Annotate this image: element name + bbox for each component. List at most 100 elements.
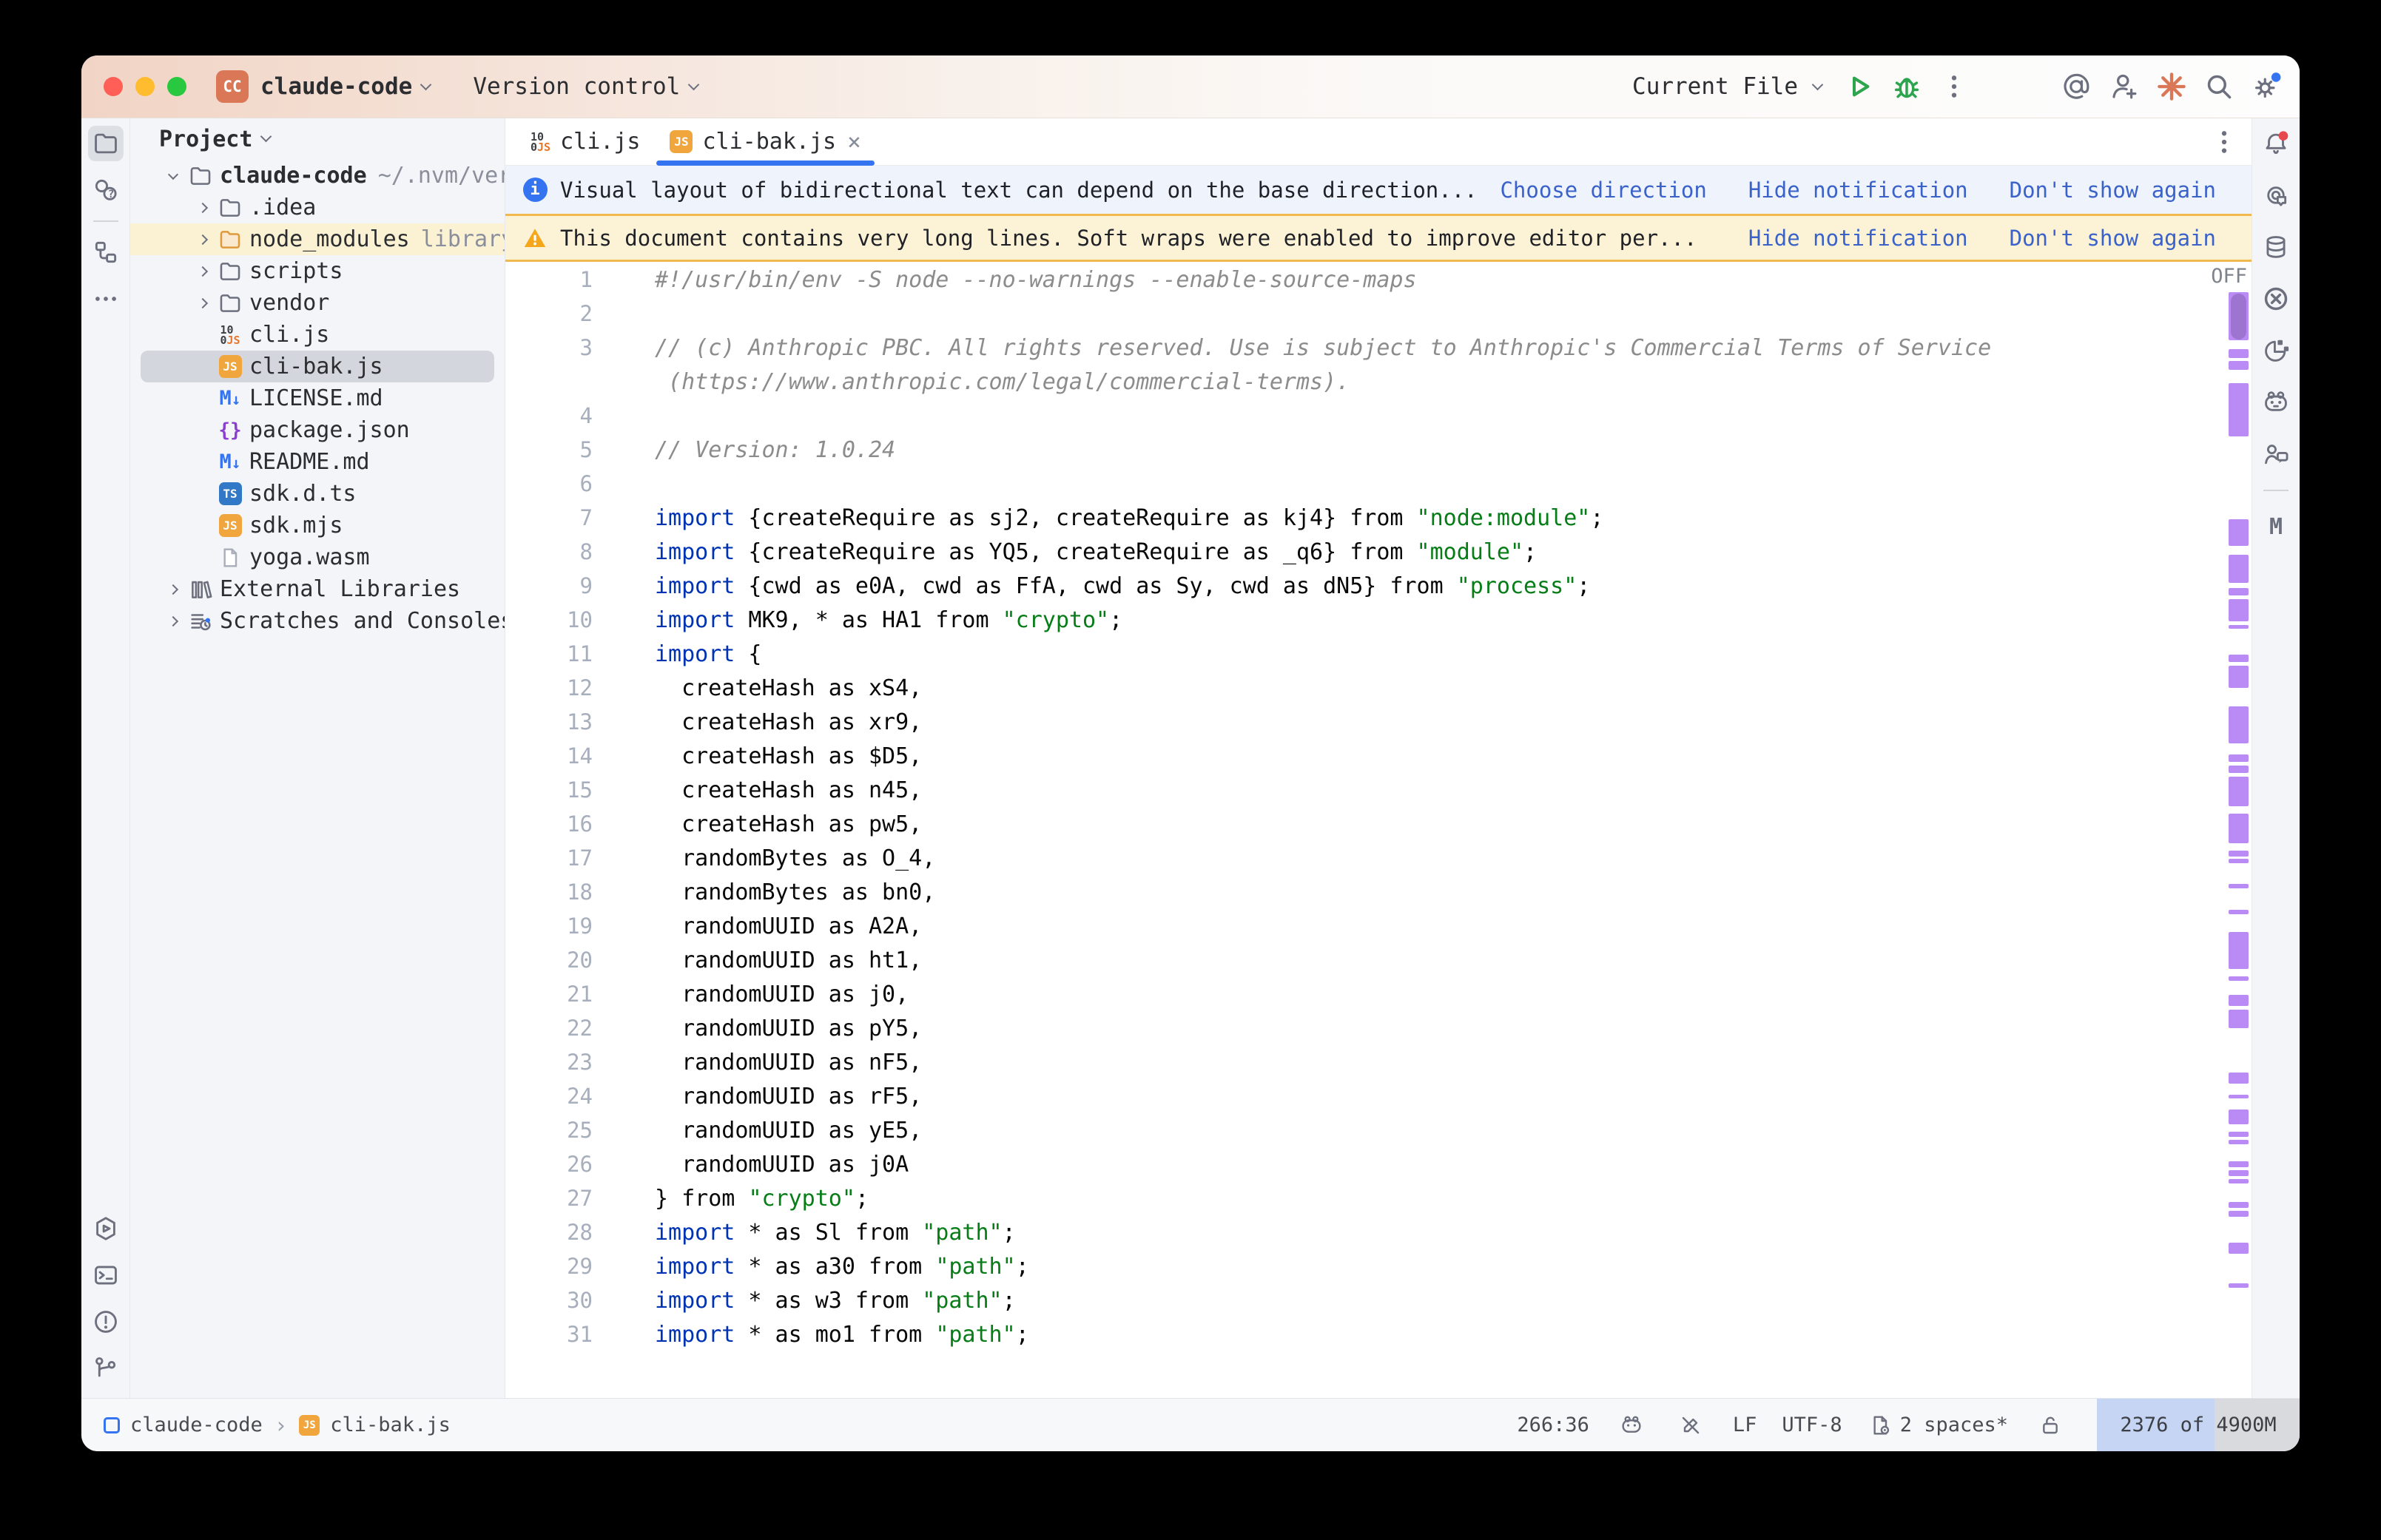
line-number[interactable]: 28 (505, 1220, 655, 1245)
tree-item-package-json[interactable]: {}package.json (130, 414, 505, 446)
close-window-button[interactable] (104, 77, 123, 96)
no-inspections-icon[interactable] (1674, 1408, 1708, 1442)
line-number[interactable]: 1 (505, 267, 655, 292)
more-vertical-button[interactable] (1937, 70, 1971, 104)
tool-window-button-structure[interactable] (88, 234, 124, 270)
line-number[interactable]: 12 (505, 675, 655, 700)
add-user-button[interactable] (2107, 70, 2141, 104)
line-ending-widget[interactable]: LF (1733, 1414, 1757, 1436)
line-number[interactable]: 6 (505, 471, 655, 496)
tool-window-button-services[interactable] (88, 1211, 124, 1246)
tool-window-button-x-plugin[interactable] (2258, 281, 2294, 317)
unlock-icon[interactable] (2033, 1408, 2067, 1442)
tool-window-button-copilot[interactable] (2258, 385, 2294, 420)
line-number[interactable]: 8 (505, 539, 655, 564)
tree-item-yoga-wasm[interactable]: yoga.wasm (130, 541, 505, 573)
tool-window-button-problems[interactable] (88, 1304, 124, 1340)
close-tab-icon[interactable]: × (847, 129, 861, 155)
scrollbar-thumb[interactable] (2231, 294, 2246, 340)
banner-link-choose-direction[interactable]: Choose direction (1500, 178, 1706, 203)
tree-item-scratches-and-consoles[interactable]: Scratches and Consoles (130, 605, 505, 637)
line-number[interactable]: 5 (505, 437, 655, 462)
line-number[interactable]: 16 (505, 811, 655, 837)
tool-window-button-code-with-me[interactable] (2258, 436, 2294, 472)
line-number[interactable]: 25 (505, 1118, 655, 1143)
tree-expand-chevron[interactable] (160, 171, 186, 181)
line-number[interactable]: 14 (505, 743, 655, 769)
tree-item-sdk-d-ts[interactable]: TSsdk.d.ts (130, 478, 505, 510)
settings-button[interactable] (2249, 70, 2283, 104)
line-number[interactable]: 10 (505, 607, 655, 632)
claude-button[interactable] (2155, 70, 2189, 104)
editor-tab-cli-js[interactable]: 100JScli.js (516, 118, 655, 165)
tool-window-button-terminal[interactable] (88, 1257, 124, 1293)
tree-expand-chevron[interactable] (189, 268, 216, 275)
banner-link-don-t-show-again[interactable]: Don't show again (2010, 226, 2216, 251)
line-number[interactable]: 23 (505, 1050, 655, 1075)
tool-window-button-database[interactable] (2258, 229, 2294, 265)
tree-item-node-modules[interactable]: node_moduleslibrary (130, 223, 505, 255)
at-button[interactable] (2060, 70, 2094, 104)
editor-tab-cli-bak-js[interactable]: JScli-bak.js× (655, 118, 875, 165)
tree-expand-chevron[interactable] (189, 204, 216, 212)
tool-window-button-dependencies[interactable] (2258, 333, 2294, 368)
encoding-widget[interactable]: UTF-8 (1782, 1414, 1842, 1436)
banner-link-hide-notification[interactable]: Hide notification (1748, 226, 1968, 251)
line-number[interactable]: 26 (505, 1152, 655, 1177)
line-number[interactable]: 27 (505, 1186, 655, 1211)
project-widget[interactable]: claude-code (260, 73, 412, 100)
tool-window-button-more[interactable] (88, 281, 124, 317)
breadcrumb-file[interactable]: cli-bak.js (330, 1414, 451, 1436)
tree-expand-chevron[interactable] (189, 300, 216, 307)
tree-item-cli-js[interactable]: 100JScli.js (130, 319, 505, 351)
tree-item-external-libraries[interactable]: External Libraries (130, 573, 505, 605)
line-number[interactable]: 15 (505, 777, 655, 803)
tree-item-license-md[interactable]: M↓LICENSE.md (130, 382, 505, 414)
tool-window-button-markdown[interactable]: M (2258, 509, 2294, 544)
tree-item-claude-code[interactable]: claude-code~/.nvm/vers (130, 160, 505, 192)
tool-window-button-project[interactable] (88, 126, 124, 161)
tree-item-sdk-mjs[interactable]: JSsdk.mjs (130, 510, 505, 541)
project-panel-header[interactable]: Project (130, 118, 505, 160)
tree-expand-chevron[interactable] (160, 586, 186, 593)
line-number[interactable]: 29 (505, 1254, 655, 1279)
vcs-widget[interactable]: Version control (473, 73, 680, 100)
line-number[interactable]: 13 (505, 709, 655, 734)
editor-scrollbar[interactable] (2226, 262, 2252, 1398)
line-number[interactable]: 19 (505, 913, 655, 939)
line-number[interactable]: 30 (505, 1288, 655, 1313)
debug-button[interactable] (1890, 70, 1924, 104)
breadcrumb-project[interactable]: claude-code (130, 1414, 263, 1436)
highlighting-level-label[interactable]: OFF (2211, 265, 2247, 288)
line-number[interactable]: 17 (505, 845, 655, 871)
indent-widget[interactable]: 2 spaces* (1868, 1413, 2008, 1438)
tree-expand-chevron[interactable] (189, 236, 216, 243)
tree-item-vendor[interactable]: vendor (130, 287, 505, 319)
tree-item-readme-md[interactable]: M↓README.md (130, 446, 505, 478)
copilot-status-icon[interactable] (1614, 1408, 1648, 1442)
code-area[interactable]: 1#!/usr/bin/env -S node --no-warnings --… (505, 262, 2226, 1398)
tree-item-cli-bak-js[interactable]: JScli-bak.js (141, 351, 494, 382)
tool-window-button-notifications[interactable] (2258, 126, 2294, 161)
tool-window-button-ai-assistant[interactable] (2258, 178, 2294, 213)
run-configuration-selector[interactable]: Current File (1632, 73, 1798, 100)
line-number[interactable]: 20 (505, 948, 655, 973)
tool-window-button-git[interactable] (88, 1351, 124, 1386)
banner-link-don-t-show-again[interactable]: Don't show again (2010, 178, 2216, 203)
tree-item--idea[interactable]: .idea (130, 192, 505, 223)
search-button[interactable] (2202, 70, 2236, 104)
tool-window-button-pull-requests[interactable]: ? (88, 172, 124, 208)
line-number[interactable]: 2 (505, 301, 655, 326)
line-number[interactable]: 4 (505, 403, 655, 428)
line-number[interactable]: 7 (505, 505, 655, 530)
line-number[interactable]: 31 (505, 1322, 655, 1347)
line-number[interactable]: 22 (505, 1016, 655, 1041)
banner-link-hide-notification[interactable]: Hide notification (1748, 178, 1968, 203)
zoom-window-button[interactable] (167, 77, 186, 96)
tab-options-button[interactable] (2207, 125, 2241, 159)
line-number[interactable]: 9 (505, 573, 655, 598)
line-number[interactable]: 3 (505, 335, 655, 360)
minimize-window-button[interactable] (135, 77, 155, 96)
line-number[interactable]: 24 (505, 1084, 655, 1109)
caret-position-widget[interactable]: 266:36 (1517, 1414, 1589, 1436)
